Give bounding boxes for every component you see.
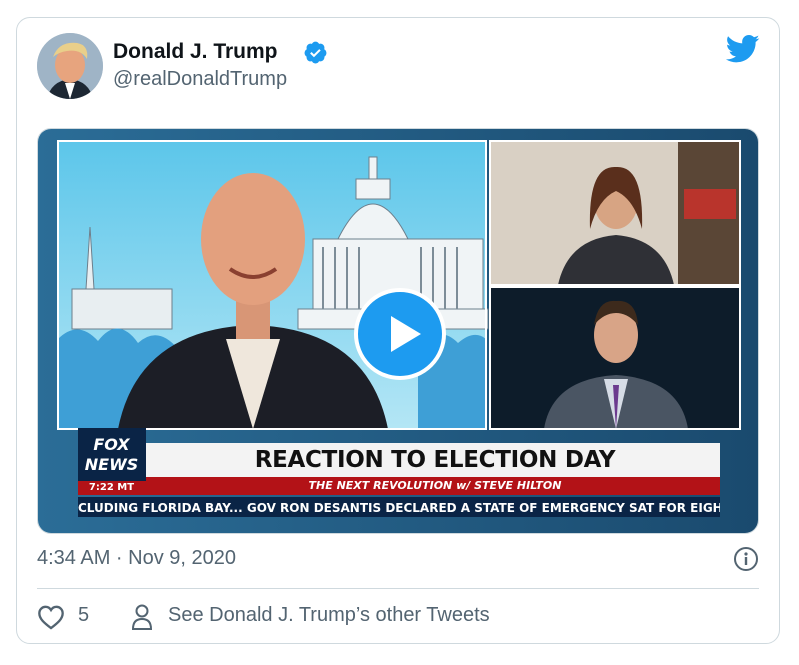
video-show-title: THE NEXT REVOLUTION w/ STEVE HILTON <box>308 479 562 492</box>
avatar[interactable] <box>37 33 103 99</box>
video-headline: REACTION TO ELECTION DAY <box>254 447 616 473</box>
heart-icon[interactable] <box>37 604 65 630</box>
verified-badge-icon <box>304 41 327 64</box>
tweet-timestamp[interactable]: 4:34 AM · Nov 9, 2020 <box>37 547 236 570</box>
play-icon <box>391 316 421 352</box>
fox-news-logo-text: FOX NEWS <box>84 435 139 474</box>
broadcast-time: 7:22 MT <box>88 482 135 493</box>
divider <box>37 588 759 589</box>
author-name[interactable]: Donald J. Trump <box>113 40 278 64</box>
video-news-crawl: CLUDING FLORIDA BAY... GOV RON DESANTIS … <box>78 501 720 515</box>
see-other-tweets-link[interactable]: See Donald J. Trump’s other Tweets <box>168 604 490 627</box>
like-count[interactable]: 5 <box>78 604 89 627</box>
fox-news-logo: FOX NEWS <box>78 428 145 482</box>
person-icon <box>131 604 153 630</box>
play-button[interactable] <box>354 288 446 380</box>
author-handle[interactable]: @realDonaldTrump <box>113 68 287 91</box>
twitter-bird-icon[interactable] <box>726 34 760 64</box>
info-icon[interactable] <box>733 546 759 572</box>
